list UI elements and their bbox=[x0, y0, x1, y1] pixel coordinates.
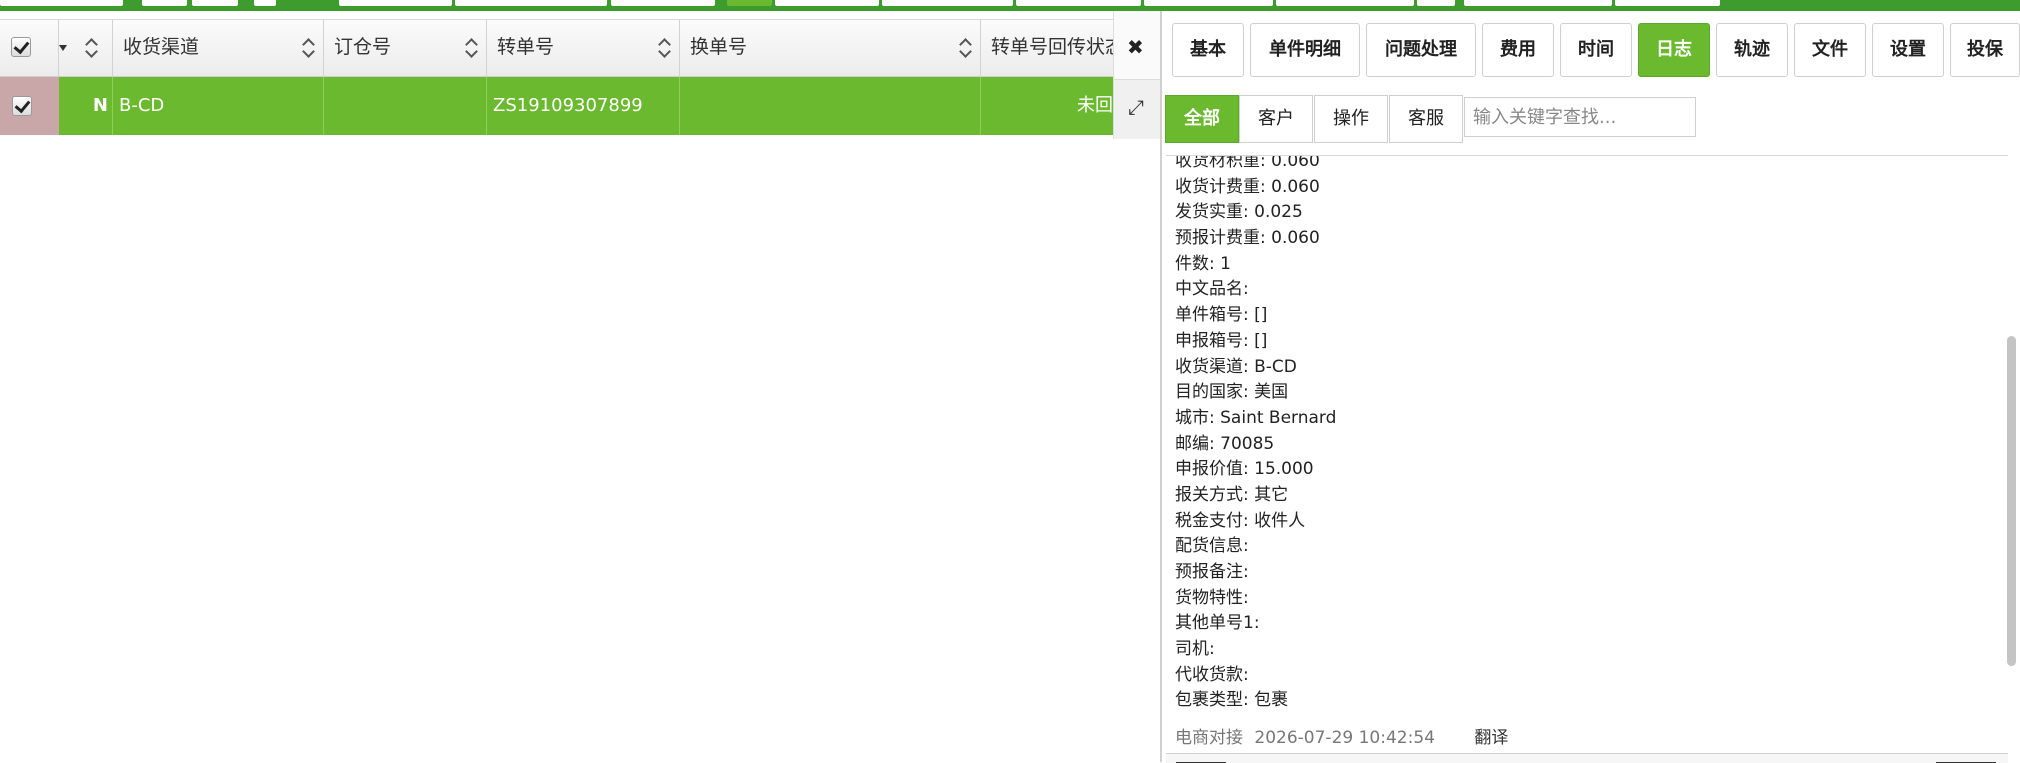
check-icon bbox=[14, 96, 31, 114]
log-line: 城市: Saint Bernard bbox=[1175, 407, 1337, 428]
log-line: 报关方式: 其它 bbox=[1175, 484, 1289, 505]
toolbar-field[interactable] bbox=[882, 0, 1013, 6]
toolbar-field[interactable] bbox=[775, 0, 879, 6]
scrollbar-thumb[interactable] bbox=[2007, 336, 2016, 666]
toolbar-field[interactable] bbox=[1276, 0, 1414, 6]
column-label: 转单号 bbox=[497, 36, 555, 58]
column-header-transfer-no[interactable]: 转单号 bbox=[487, 20, 680, 76]
tab-fees[interactable]: 费用 bbox=[1482, 23, 1554, 77]
cell-channel: B-CD bbox=[113, 77, 324, 135]
cell-booking-no bbox=[324, 77, 487, 135]
tab-item-details[interactable]: 单件明细 bbox=[1250, 23, 1360, 77]
log-line: 邮编: 70085 bbox=[1175, 433, 1275, 454]
expand-panel-button[interactable]: ⤢ bbox=[1113, 79, 1160, 139]
log-line: 货物特性: bbox=[1175, 587, 1249, 608]
toolbar-field[interactable] bbox=[0, 0, 123, 6]
log-line: 收货材积重: 0.060 bbox=[1175, 155, 1320, 171]
column-header-transfer-status[interactable]: 转单号回传状态 bbox=[981, 20, 1121, 76]
toolbar-field[interactable] bbox=[339, 0, 452, 6]
top-toolbar bbox=[0, 0, 2020, 11]
toolbar-field[interactable] bbox=[1464, 0, 1612, 6]
toolbar-field[interactable] bbox=[142, 0, 187, 6]
log-line: 预报计费重: 0.060 bbox=[1175, 228, 1320, 249]
log-scrollbar[interactable] bbox=[2006, 166, 2018, 761]
log-line: 发货实重: 0.025 bbox=[1175, 202, 1303, 223]
toolbar-field[interactable] bbox=[1144, 0, 1273, 6]
log-source: 电商对接 bbox=[1175, 728, 1243, 748]
tab-track[interactable]: 轨迹 bbox=[1716, 23, 1788, 77]
toolbar-field[interactable] bbox=[1016, 0, 1141, 6]
log-content: 收货材积重: 0.060 收货计费重: 0.060 发货实重: 0.025 预报… bbox=[1166, 155, 2008, 763]
column-label: 订仓号 bbox=[334, 36, 392, 58]
log-timestamp: 2026-07-29 10:42:54 bbox=[1254, 728, 1435, 748]
subtab-all[interactable]: 全部 bbox=[1165, 95, 1239, 143]
select-all-checkbox[interactable] bbox=[11, 37, 31, 57]
log-line: 中文品名: bbox=[1175, 279, 1249, 300]
column-header-change-no[interactable]: 换单号 bbox=[680, 20, 981, 76]
log-line: 申报价值: 15.000 bbox=[1175, 459, 1314, 480]
sort-icon[interactable] bbox=[466, 38, 478, 58]
subtab-customer[interactable]: 客户 bbox=[1239, 95, 1313, 143]
row-checkbox[interactable] bbox=[12, 96, 32, 116]
log-line: 代收货款: bbox=[1175, 664, 1249, 685]
sort-icon[interactable] bbox=[960, 38, 972, 58]
detail-panel: 基本 单件明细 问题处理 费用 时间 日志 轨迹 文件 设置 投保 全部 客户 … bbox=[1160, 11, 2020, 763]
log-line: 其他单号1: bbox=[1175, 613, 1260, 634]
log-line: 单件箱号: [] bbox=[1175, 305, 1268, 326]
translate-link[interactable]: 翻译 bbox=[1474, 723, 1508, 748]
sort-icon[interactable] bbox=[659, 38, 671, 58]
cell-change-no bbox=[680, 77, 981, 135]
log-line: 司机: bbox=[1175, 639, 1215, 660]
tab-basic[interactable]: 基本 bbox=[1172, 23, 1244, 77]
log-line: 包裹类型: 包裹 bbox=[1175, 690, 1289, 711]
log-lines: 收货材积重: 0.060 收货计费重: 0.060 发货实重: 0.025 预报… bbox=[1175, 155, 1975, 714]
toolbar-field[interactable] bbox=[1417, 0, 1455, 6]
toolbar-button[interactable] bbox=[727, 0, 772, 6]
log-line: 申报箱号: [] bbox=[1175, 330, 1268, 351]
table-row[interactable]: N B-CD ZS19109307899 未回 bbox=[0, 77, 1113, 135]
log-line: 件数: 1 bbox=[1175, 253, 1231, 274]
close-panel-button[interactable]: ✖ bbox=[1113, 11, 1160, 79]
subtab-operation[interactable]: 操作 bbox=[1314, 95, 1388, 143]
tab-log[interactable]: 日志 bbox=[1638, 23, 1710, 77]
toolbar-field[interactable] bbox=[192, 0, 238, 6]
log-line: 税金支付: 收件人 bbox=[1175, 510, 1306, 531]
log-line: 预报备注: bbox=[1175, 562, 1249, 582]
log-line: 配货信息: bbox=[1175, 536, 1249, 557]
toolbar-field[interactable] bbox=[1615, 0, 1720, 6]
tab-settings[interactable]: 设置 bbox=[1872, 23, 1944, 77]
tab-issues[interactable]: 问题处理 bbox=[1366, 23, 1476, 77]
sort-icon[interactable] bbox=[303, 38, 315, 58]
cell-transfer-status: 未回 bbox=[1077, 95, 1113, 116]
column-label: 转单号回传状态 bbox=[991, 36, 1121, 58]
grid-header: 收货渠道 订仓号 转单号 换单号 转单号回传状态 bbox=[0, 19, 1121, 77]
close-icon: ✖ bbox=[1127, 35, 1144, 59]
column-label: 换单号 bbox=[690, 36, 748, 58]
column-header-channel[interactable]: 收货渠道 bbox=[113, 20, 324, 76]
cell-transfer-no: ZS19109307899 bbox=[487, 77, 680, 135]
cell-flag: N bbox=[59, 77, 113, 135]
log-search-input[interactable] bbox=[1464, 97, 1696, 137]
toolbar-field[interactable] bbox=[455, 0, 607, 6]
column-label: 收货渠道 bbox=[123, 36, 200, 58]
column-header-booking[interactable]: 订仓号 bbox=[324, 20, 487, 76]
log-line: 目的国家: 美国 bbox=[1175, 382, 1289, 403]
tab-insurance[interactable]: 投保 bbox=[1950, 23, 2020, 77]
log-entry-meta: 电商对接 2026-07-29 10:42:54 翻译 bbox=[1175, 723, 1508, 748]
tab-files[interactable]: 文件 bbox=[1794, 23, 1866, 77]
subtab-service[interactable]: 客服 bbox=[1389, 95, 1463, 143]
dropdown-arrow-icon[interactable] bbox=[59, 45, 67, 51]
toolbar-field[interactable] bbox=[611, 0, 715, 6]
orders-grid: 收货渠道 订仓号 转单号 换单号 转单号回传状态 N B-CD ZS191093… bbox=[0, 11, 1121, 762]
log-line: 收货渠道: B-CD bbox=[1175, 356, 1297, 377]
column-header-flag[interactable] bbox=[59, 20, 113, 76]
select-all-header bbox=[0, 20, 59, 76]
log-line: 收货计费重: 0.060 bbox=[1175, 176, 1320, 197]
tab-time[interactable]: 时间 bbox=[1560, 23, 1632, 77]
row-select-cell[interactable] bbox=[0, 77, 59, 135]
sort-icon[interactable] bbox=[86, 38, 98, 58]
expand-icon: ⤢ bbox=[1128, 95, 1144, 119]
toolbar-field[interactable] bbox=[254, 0, 276, 6]
check-icon bbox=[13, 37, 30, 55]
